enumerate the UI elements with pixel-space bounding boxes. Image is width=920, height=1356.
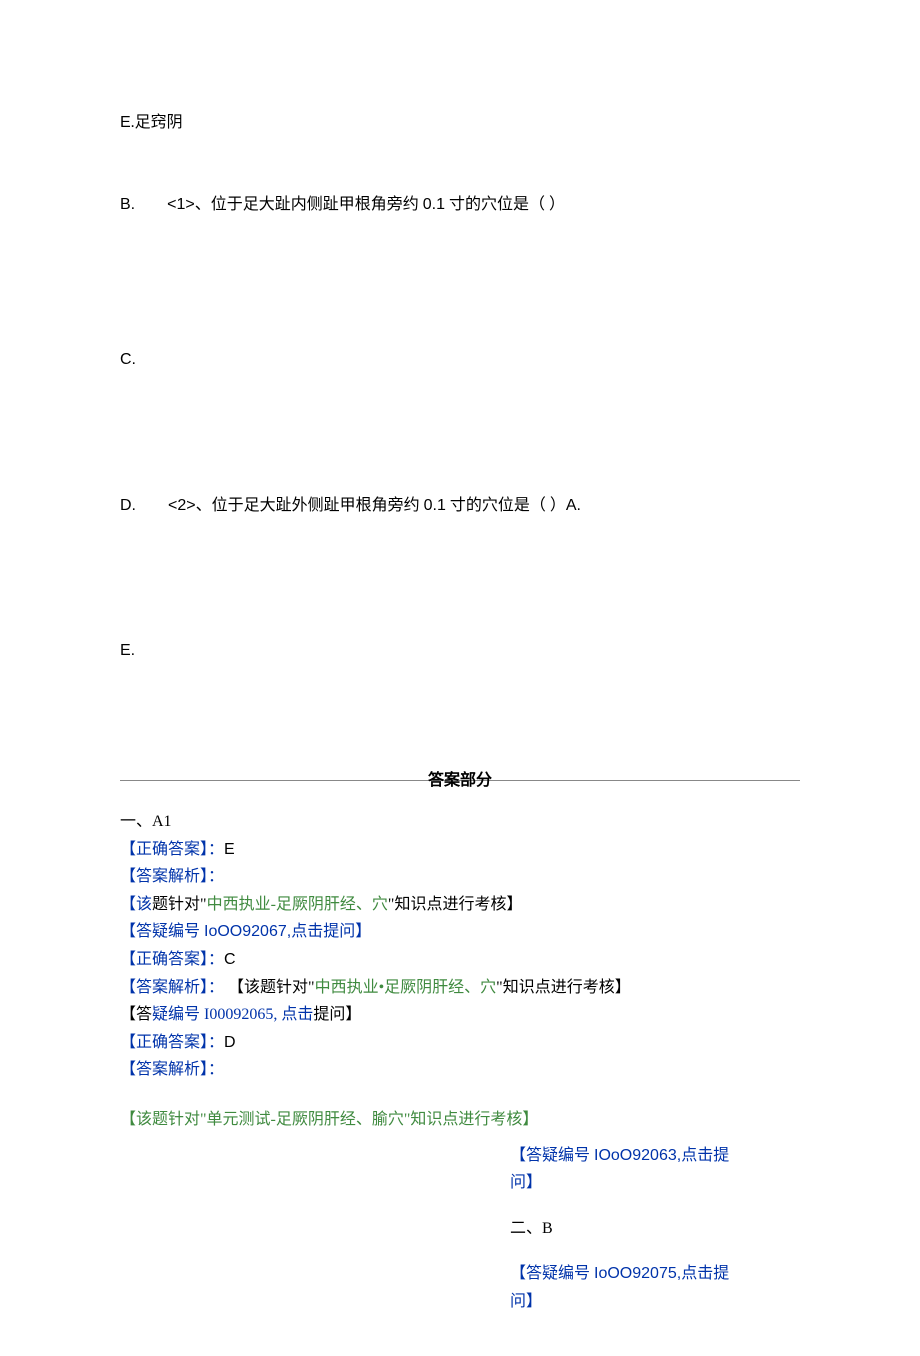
answer-block: 一、A1 【正确答案】：E 【答案解析】： 【该题针对"中西执业-足厥阴肝经、穴… bbox=[120, 809, 800, 1315]
a1-note-mid: 题针对" bbox=[152, 896, 207, 913]
right-q2-action: 点击提 bbox=[681, 1265, 729, 1282]
right-q1-open: 【答疑编号 bbox=[510, 1147, 594, 1164]
right-q2[interactable]: 【答疑编号 IoOO92075,点击提 bbox=[510, 1261, 800, 1287]
option-b-label: B. bbox=[120, 196, 135, 213]
a2-qlink-post: 提问】 bbox=[313, 1006, 361, 1023]
option-e-text: .足窍阴 bbox=[131, 114, 183, 131]
a3-correct-value: D bbox=[224, 1034, 236, 1051]
option-e: E.足窍阴 bbox=[120, 110, 800, 136]
right-q1[interactable]: 【答疑编号 IOoO92063,点击提 bbox=[510, 1143, 800, 1169]
right-q1-action: 点击提 bbox=[681, 1147, 729, 1164]
a1-qlink-id: IoOO92067, bbox=[204, 923, 291, 940]
a1-note: 【该题针对"中西执业-足厥阴肝经、穴"知识点进行考核】 bbox=[120, 892, 800, 918]
option-c: C. bbox=[120, 347, 800, 373]
option-d: D. <2>、位于足大趾外侧趾甲根角旁约 0.1 寸的穴位是（ ）A. bbox=[120, 493, 800, 519]
a1-qlink-action: 点击提问 bbox=[291, 923, 355, 940]
right-q2-open: 【答疑编号 bbox=[510, 1265, 594, 1282]
right-q1-id: IOoO92063, bbox=[594, 1147, 681, 1164]
a1-note-green: 中西执业-足厥阴肝经、穴 bbox=[207, 896, 388, 913]
a2-qlink-mid: 疑编号 I00092065, 点击 bbox=[152, 1006, 313, 1023]
a2-qlink-pre: 【答 bbox=[120, 1006, 152, 1023]
option-b-subquestion: <1>、位于足大趾内侧趾甲根角旁约 0.1 寸的穴位是（ ） bbox=[167, 196, 565, 213]
right-q2-line2: 问】 bbox=[510, 1289, 800, 1315]
a2-note-green: 中西执业•足厥阴肝经、穴 bbox=[315, 979, 497, 996]
option-d-label: D. bbox=[120, 497, 136, 514]
right-block: 【答疑编号 IOoO92063,点击提 问】 二、B 【答疑编号 IoOO920… bbox=[510, 1143, 800, 1315]
a2-note-open: 【该题针对" bbox=[228, 979, 315, 996]
section-a1-heading: 一、A1 bbox=[120, 809, 800, 835]
a3-correct: 【正确答案】：D bbox=[120, 1030, 800, 1056]
a1-note-end: "知识点进行考核】 bbox=[388, 896, 523, 913]
option-e2: E. bbox=[120, 638, 800, 664]
a3-correct-label: 【正确答案】： bbox=[120, 1034, 224, 1051]
option-e-letter: E bbox=[120, 114, 131, 131]
a2-note-line: 【答案解析】： 【该题针对"中西执业•足厥阴肝经、穴"知识点进行考核】 bbox=[120, 975, 800, 1001]
a2-question-link[interactable]: 【答疑编号 I00092065, 点击提问】 bbox=[120, 1002, 800, 1028]
a1-note-open: 【该 bbox=[120, 896, 152, 913]
option-d-subquestion: <2>、位于足大趾外侧趾甲根角旁约 0.1 寸的穴位是（ ）A. bbox=[168, 497, 581, 514]
a3-note: 【该题针对"单元测试-足厥阴肝经、腧穴"知识点进行考核】 bbox=[120, 1107, 800, 1133]
option-b: B. <1>、位于足大趾内侧趾甲根角旁约 0.1 寸的穴位是（ ） bbox=[120, 192, 800, 218]
a2-correct-value: C bbox=[224, 951, 236, 968]
right-q2-id: IoOO92075, bbox=[594, 1265, 681, 1282]
a3-exp-label: 【答案解析】： bbox=[120, 1057, 800, 1083]
a1-correct-value: E bbox=[224, 841, 235, 858]
answer-section-title: 答案部分 bbox=[428, 772, 492, 789]
section-b-heading: 二、B bbox=[510, 1216, 800, 1242]
a2-correct-label: 【正确答案】： bbox=[120, 951, 224, 968]
a2-note-end: "知识点进行考核】 bbox=[496, 979, 631, 996]
a1-correct-label: 【正确答案】： bbox=[120, 841, 224, 858]
a2-exp-label: 【答案解析】： bbox=[120, 979, 224, 996]
a1-qlink-open: 【答疑编号 bbox=[120, 923, 204, 940]
a1-exp-label: 【答案解析】： bbox=[120, 864, 800, 890]
a1-question-link[interactable]: 【答疑编号 IoOO92067,点击提问】 bbox=[120, 919, 800, 945]
a1-correct: 【正确答案】：E bbox=[120, 837, 800, 863]
answer-divider: 答案部分 bbox=[120, 764, 800, 781]
right-q1-line2: 问】 bbox=[510, 1170, 800, 1196]
a1-qlink-close: 】 bbox=[355, 923, 371, 940]
a2-correct: 【正确答案】：C bbox=[120, 947, 800, 973]
